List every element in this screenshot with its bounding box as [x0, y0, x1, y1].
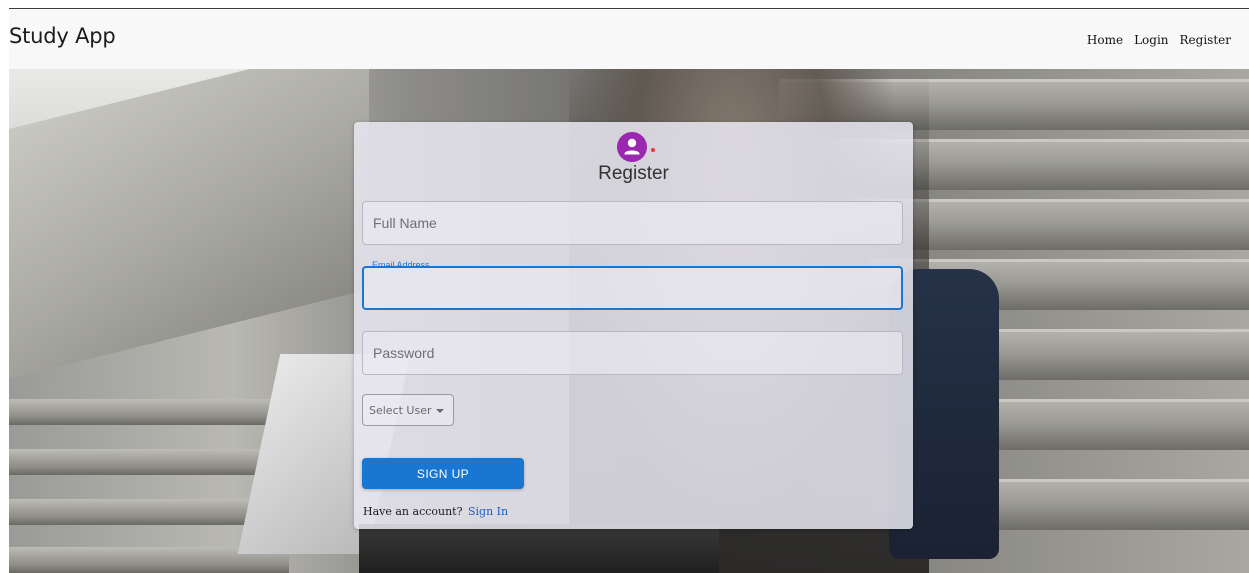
navbar: Study App Home Login Register	[9, 10, 1249, 69]
caret-down-icon	[435, 408, 444, 413]
select-user-dropdown[interactable]: Select User	[362, 394, 454, 426]
have-account-text: Have an account?	[363, 505, 463, 518]
status-dot	[651, 148, 655, 152]
password-field[interactable]	[362, 331, 903, 375]
register-card: Register Email Address Select User SIGN …	[354, 122, 913, 529]
photo-laptop-base	[359, 524, 719, 573]
window-top-border	[0, 0, 1249, 10]
app-window: Study App Home Login Register Register F…	[0, 0, 1249, 573]
email-input[interactable]	[364, 268, 901, 308]
photo-step	[959, 479, 1249, 530]
nav-links: Home Login Register	[1087, 33, 1231, 47]
form-title: Register	[598, 163, 669, 184]
full-name-field[interactable]	[362, 201, 903, 245]
person-icon	[617, 132, 647, 162]
sign-up-button[interactable]: SIGN UP	[362, 458, 524, 489]
select-user-label: Select User	[369, 403, 432, 417]
nav-home-link[interactable]: Home	[1087, 33, 1123, 47]
nav-register-link[interactable]: Register	[1180, 33, 1231, 47]
password-input[interactable]	[363, 332, 902, 374]
nav-login-link[interactable]: Login	[1134, 33, 1168, 47]
photo-wall	[9, 69, 369, 380]
sign-in-link[interactable]: Sign In	[468, 505, 508, 518]
brand-title[interactable]: Study App	[9, 24, 116, 48]
signin-prompt: Have an account? Sign In	[363, 505, 508, 518]
email-field[interactable]: Email Address	[362, 260, 903, 310]
full-name-input[interactable]	[363, 202, 902, 244]
